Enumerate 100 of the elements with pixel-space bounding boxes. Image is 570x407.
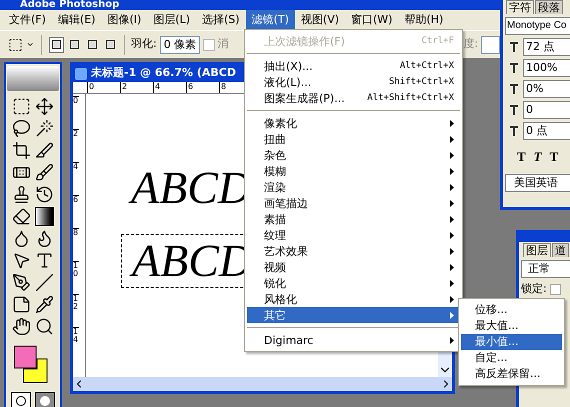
- ruler-label: 14: [73, 327, 79, 360]
- quick-mask-icon[interactable]: [35, 392, 55, 407]
- menu-bar-item[interactable]: 视图(V): [294, 10, 346, 30]
- text-style-button[interactable]: T: [517, 147, 526, 166]
- panel-tab[interactable]: 段落: [535, 0, 563, 14]
- ruler-label: 8: [73, 228, 79, 261]
- standard-mode-icon[interactable]: [11, 392, 31, 407]
- marquee-icon[interactable]: [12, 97, 31, 116]
- lock-checkbox[interactable]: [550, 284, 561, 295]
- gradient-icon[interactable]: [35, 207, 54, 226]
- vertical-scale-icon: [509, 63, 519, 73]
- font-size-field[interactable]: 72 点: [523, 38, 570, 56]
- width-label: 度:: [464, 36, 478, 52]
- magic-wand-icon[interactable]: [35, 119, 54, 138]
- feather-label: 羽化:: [131, 36, 157, 52]
- menu-item[interactable]: 最大值...: [461, 318, 562, 334]
- blend-mode-dropdown[interactable]: 正常: [521, 260, 570, 278]
- crop-icon[interactable]: [12, 141, 31, 160]
- submenu-arrow-icon: [450, 232, 454, 238]
- stamp-icon[interactable]: [12, 185, 31, 204]
- submenu-arrow-icon: [450, 296, 454, 302]
- width-input[interactable]: [481, 36, 500, 54]
- baseline-shift-icon: [509, 126, 519, 136]
- ruler-label: 4: [153, 82, 186, 93]
- foreground-swatch[interactable]: [14, 346, 37, 369]
- menu-bar-item[interactable]: 编辑(E): [52, 10, 102, 30]
- menu-item[interactable]: 素描: [247, 211, 460, 227]
- menu-bar-item[interactable]: 图像(I): [101, 10, 148, 30]
- submenu-arrow-icon: [450, 264, 454, 270]
- menu-item[interactable]: 其它: [247, 307, 460, 323]
- ruler-label: 4: [73, 162, 79, 195]
- menu-item[interactable]: 高反差保留...: [461, 366, 562, 382]
- menu-item[interactable]: 像素化: [247, 115, 460, 131]
- menu-item[interactable]: 抽出(X)... Alt+Ctrl+X: [247, 58, 460, 74]
- vertical-scale-field[interactable]: 100%: [523, 59, 570, 77]
- move-icon[interactable]: [35, 97, 54, 116]
- ruler-label: 0: [73, 96, 79, 129]
- menu-item[interactable]: 最小值...: [461, 334, 562, 350]
- font-family-field[interactable]: Monotype Co: [505, 17, 570, 35]
- arrow-pointer-icon[interactable]: [12, 251, 31, 270]
- lock-label: 锁定:: [521, 281, 547, 297]
- slice-icon[interactable]: [35, 141, 54, 160]
- line-icon[interactable]: [35, 273, 54, 292]
- pen-icon[interactable]: [12, 273, 31, 292]
- panel-tab[interactable]: 字符: [506, 0, 534, 14]
- menu-bar-item[interactable]: 滤镜(T): [246, 10, 295, 30]
- antialias-checkbox[interactable]: [203, 38, 215, 50]
- menu-item[interactable]: 风格化: [247, 291, 460, 307]
- menu-item[interactable]: 位移...: [461, 302, 562, 318]
- language-dropdown[interactable]: 美国英语: [505, 174, 570, 192]
- menu-bar-item[interactable]: 文件(F): [3, 10, 52, 30]
- menu-item[interactable]: Digimarc: [247, 332, 460, 348]
- hand-icon[interactable]: [12, 317, 31, 336]
- selection-mode-button[interactable]: [49, 36, 64, 52]
- menu-item[interactable]: 图案生成器(P)... Alt+Shift+Ctrl+X: [247, 90, 460, 106]
- menu-item[interactable]: 渲染: [247, 179, 460, 195]
- background-swatch[interactable]: [23, 358, 48, 384]
- menu-bar-item[interactable]: 窗口(W): [345, 10, 398, 30]
- submenu-arrow-icon: [450, 200, 454, 206]
- submenu-arrow-icon: [450, 136, 454, 142]
- antialias-label: 消: [218, 36, 229, 52]
- submenu-arrow-icon: [450, 184, 454, 190]
- ruler-label: 2: [120, 82, 153, 93]
- zoom-icon[interactable]: [35, 317, 54, 336]
- submenu-arrow-icon: [450, 152, 454, 158]
- brush-icon[interactable]: [35, 163, 54, 182]
- kerning-field[interactable]: 0: [523, 101, 570, 119]
- type-icon[interactable]: [35, 251, 54, 270]
- baseline-shift-field[interactable]: 0 点: [523, 122, 570, 140]
- text-style-button[interactable]: T: [550, 147, 558, 166]
- document-icon: [75, 68, 87, 80]
- panel-tab[interactable]: 图层: [523, 243, 551, 257]
- ruler-label: 0: [87, 82, 120, 93]
- eraser-icon[interactable]: [12, 207, 31, 226]
- lasso-icon[interactable]: [12, 119, 31, 138]
- tracking-icon: [509, 84, 519, 94]
- menu-item[interactable]: 模糊: [247, 163, 460, 179]
- menu-bar-item[interactable]: 图层(L): [147, 10, 196, 30]
- text-style-button[interactable]: T: [534, 147, 542, 166]
- feather-input[interactable]: 0 像素: [160, 36, 200, 54]
- menu-item[interactable]: 画笔描边: [247, 195, 460, 211]
- font-size-icon: [509, 42, 519, 52]
- ruler-label: 6: [73, 195, 79, 228]
- history-brush-icon[interactable]: [35, 185, 54, 204]
- eyedropper-icon[interactable]: [35, 295, 54, 314]
- panel-tab[interactable]: 道: [552, 243, 569, 257]
- menu-item[interactable]: 扭曲: [247, 131, 460, 147]
- kerning-icon: [509, 105, 519, 115]
- ruler-label: 12: [73, 294, 79, 327]
- document-title: 未标题-1 @ 66.7% (ABCD: [91, 65, 236, 82]
- menu-bar-item[interactable]: 选择(S): [196, 10, 246, 30]
- menu-item[interactable]: 自定...: [461, 350, 562, 366]
- tracking-field[interactable]: 0%: [523, 80, 570, 98]
- menu-bar-item[interactable]: 帮助(H): [398, 10, 450, 30]
- menu-item[interactable]: 杂色: [247, 147, 460, 163]
- submenu-arrow-icon: [450, 248, 454, 254]
- submenu-arrow-icon: [450, 168, 454, 174]
- marquee-icon[interactable]: [8, 36, 23, 52]
- caret-icon[interactable]: [26, 40, 34, 49]
- note-icon[interactable]: [12, 295, 31, 314]
